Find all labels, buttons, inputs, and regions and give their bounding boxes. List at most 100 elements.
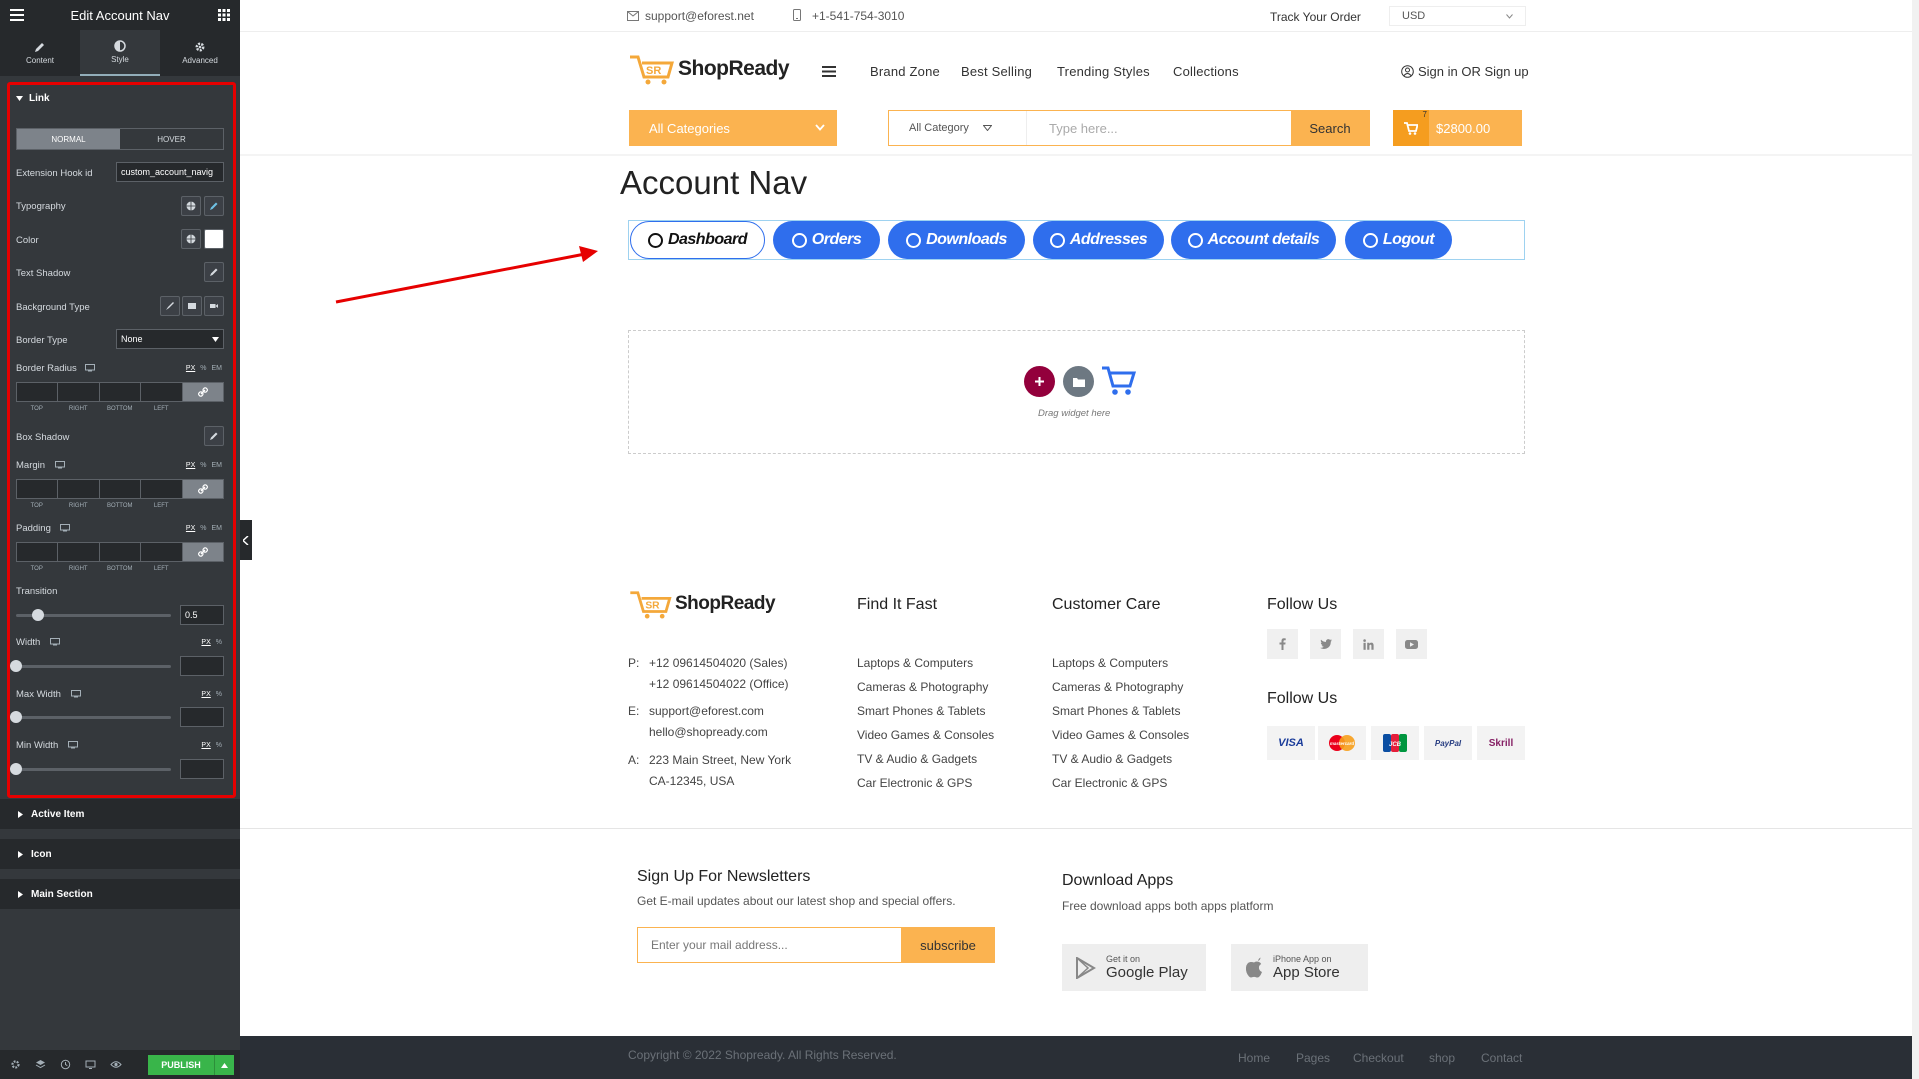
unit-px[interactable]: PX [186, 462, 195, 469]
footer-email-1[interactable]: support@eforest.com [649, 704, 764, 718]
box-shadow-edit-icon[interactable] [204, 426, 224, 446]
margin-units[interactable]: PX% EM [186, 462, 222, 469]
bottom-link-pages[interactable]: Pages [1296, 1051, 1330, 1065]
text-shadow-edit-icon[interactable] [204, 262, 224, 282]
color-swatch[interactable] [204, 229, 224, 249]
border-radius-units[interactable]: PX% EM [186, 365, 222, 372]
responsive-desktop-icon[interactable] [55, 461, 65, 469]
unit-percent[interactable]: % [200, 462, 206, 469]
width-units[interactable]: PX% [201, 639, 222, 646]
google-play-button[interactable]: Get it on Google Play [1062, 944, 1206, 991]
site-logo[interactable]: SR ShopReady [628, 53, 790, 85]
find-link-1[interactable]: Laptops & Computers [857, 656, 973, 670]
track-order-link[interactable]: Track Your Order [1270, 10, 1361, 24]
find-link-6[interactable]: Car Electronic & GPS [857, 776, 972, 790]
section-main[interactable]: Main Section [0, 879, 240, 909]
nav-dashboard[interactable]: Dashboard [630, 221, 765, 259]
section-link-toggle[interactable]: Link [16, 93, 50, 104]
transition-input[interactable]: 0.5 [180, 605, 224, 625]
shopready-cart-icon[interactable] [1100, 364, 1136, 396]
extension-hook-input[interactable]: custom_account_navig [116, 162, 224, 182]
care-link-1[interactable]: Laptops & Computers [1052, 656, 1168, 670]
gradient-icon[interactable] [182, 296, 202, 316]
care-link-4[interactable]: Video Games & Consoles [1052, 728, 1189, 742]
search-button[interactable]: Search [1291, 111, 1369, 145]
tab-normal[interactable]: NORMAL [17, 129, 120, 149]
tab-hover[interactable]: HOVER [120, 129, 223, 149]
nav-brand-zone[interactable]: Brand Zone [870, 64, 940, 79]
padding-left[interactable] [140, 542, 182, 562]
history-icon[interactable] [60, 1059, 71, 1070]
section-icon[interactable]: Icon [0, 839, 240, 869]
unit-percent[interactable]: % [216, 691, 222, 698]
youtube-icon[interactable] [1396, 629, 1427, 659]
nav-trending-styles[interactable]: Trending Styles [1057, 64, 1150, 79]
border-radius-right[interactable] [57, 382, 99, 402]
tab-style[interactable]: Style [80, 30, 160, 76]
nav-collections[interactable]: Collections [1173, 64, 1239, 79]
unit-percent[interactable]: % [216, 742, 222, 749]
responsive-desktop-icon[interactable] [50, 638, 60, 646]
currency-select[interactable]: USD [1389, 6, 1526, 26]
linkedin-icon[interactable] [1353, 629, 1384, 659]
max-width-units[interactable]: PX% [201, 691, 222, 698]
padding-bottom[interactable] [98, 542, 141, 562]
link-icon[interactable] [181, 382, 225, 402]
width-slider[interactable] [10, 660, 171, 672]
min-width-units[interactable]: PX% [201, 742, 222, 749]
unit-em[interactable]: EM [212, 365, 223, 372]
slider-knob[interactable] [10, 763, 22, 775]
publish-button[interactable]: PUBLISH [148, 1055, 234, 1075]
subscribe-button[interactable]: subscribe [901, 927, 995, 963]
color-globe-icon[interactable] [181, 229, 201, 249]
find-link-2[interactable]: Cameras & Photography [857, 680, 988, 694]
margin-right[interactable] [57, 479, 99, 499]
nav-best-selling[interactable]: Best Selling [961, 64, 1032, 79]
unit-px[interactable]: PX [201, 691, 210, 698]
unit-percent[interactable]: % [216, 639, 222, 646]
hamburger-icon[interactable] [10, 9, 24, 21]
slider-knob[interactable] [10, 660, 22, 672]
care-link-3[interactable]: Smart Phones & Tablets [1052, 704, 1181, 718]
max-width-input[interactable] [180, 707, 224, 727]
unit-percent[interactable]: % [200, 525, 206, 532]
min-width-slider[interactable] [10, 763, 171, 775]
unit-px[interactable]: PX [201, 639, 210, 646]
margin-left[interactable] [140, 479, 182, 499]
footer-logo[interactable]: SR ShopReady [628, 589, 776, 619]
nav-downloads[interactable]: Downloads [888, 221, 1025, 259]
brush-icon[interactable] [160, 296, 180, 316]
search-input[interactable]: Type here... [1027, 111, 1291, 145]
unit-px[interactable]: PX [201, 742, 210, 749]
collapse-panel-handle[interactable] [240, 520, 252, 560]
margin-top[interactable] [16, 479, 58, 499]
border-radius-top[interactable] [16, 382, 58, 402]
footer-email-2[interactable]: hello@shopready.com [649, 725, 768, 739]
settings-icon[interactable] [10, 1059, 21, 1070]
slider-knob[interactable] [32, 609, 44, 621]
bottom-link-shop[interactable]: shop [1429, 1051, 1455, 1065]
nav-orders[interactable]: Orders [773, 221, 880, 259]
tab-content[interactable]: Content [0, 30, 80, 76]
topbar-phone[interactable]: +1-541-754-3010 [812, 9, 904, 23]
unit-em[interactable]: EM [212, 462, 223, 469]
twitter-icon[interactable] [1310, 629, 1341, 659]
layers-icon[interactable] [35, 1059, 46, 1070]
menu-hamburger-icon[interactable] [822, 66, 836, 77]
signin-link[interactable]: Sign in OR Sign up [1401, 64, 1529, 79]
border-radius-left[interactable] [140, 382, 182, 402]
folder-icon[interactable] [1063, 366, 1094, 397]
bottom-link-checkout[interactable]: Checkout [1353, 1051, 1404, 1065]
nav-addresses[interactable]: Addresses [1033, 221, 1164, 259]
section-active-item[interactable]: Active Item [0, 799, 240, 829]
unit-percent[interactable]: % [200, 365, 206, 372]
publish-options-caret-icon[interactable] [214, 1055, 234, 1075]
unit-px[interactable]: PX [186, 365, 195, 372]
responsive-desktop-icon[interactable] [60, 524, 70, 532]
transition-slider[interactable] [16, 609, 171, 621]
facebook-icon[interactable] [1267, 629, 1298, 659]
cart-button[interactable]: 7 $2800.00 [1393, 110, 1522, 146]
padding-units[interactable]: PX% EM [186, 525, 222, 532]
responsive-desktop-icon[interactable] [68, 741, 78, 749]
padding-right[interactable] [57, 542, 99, 562]
